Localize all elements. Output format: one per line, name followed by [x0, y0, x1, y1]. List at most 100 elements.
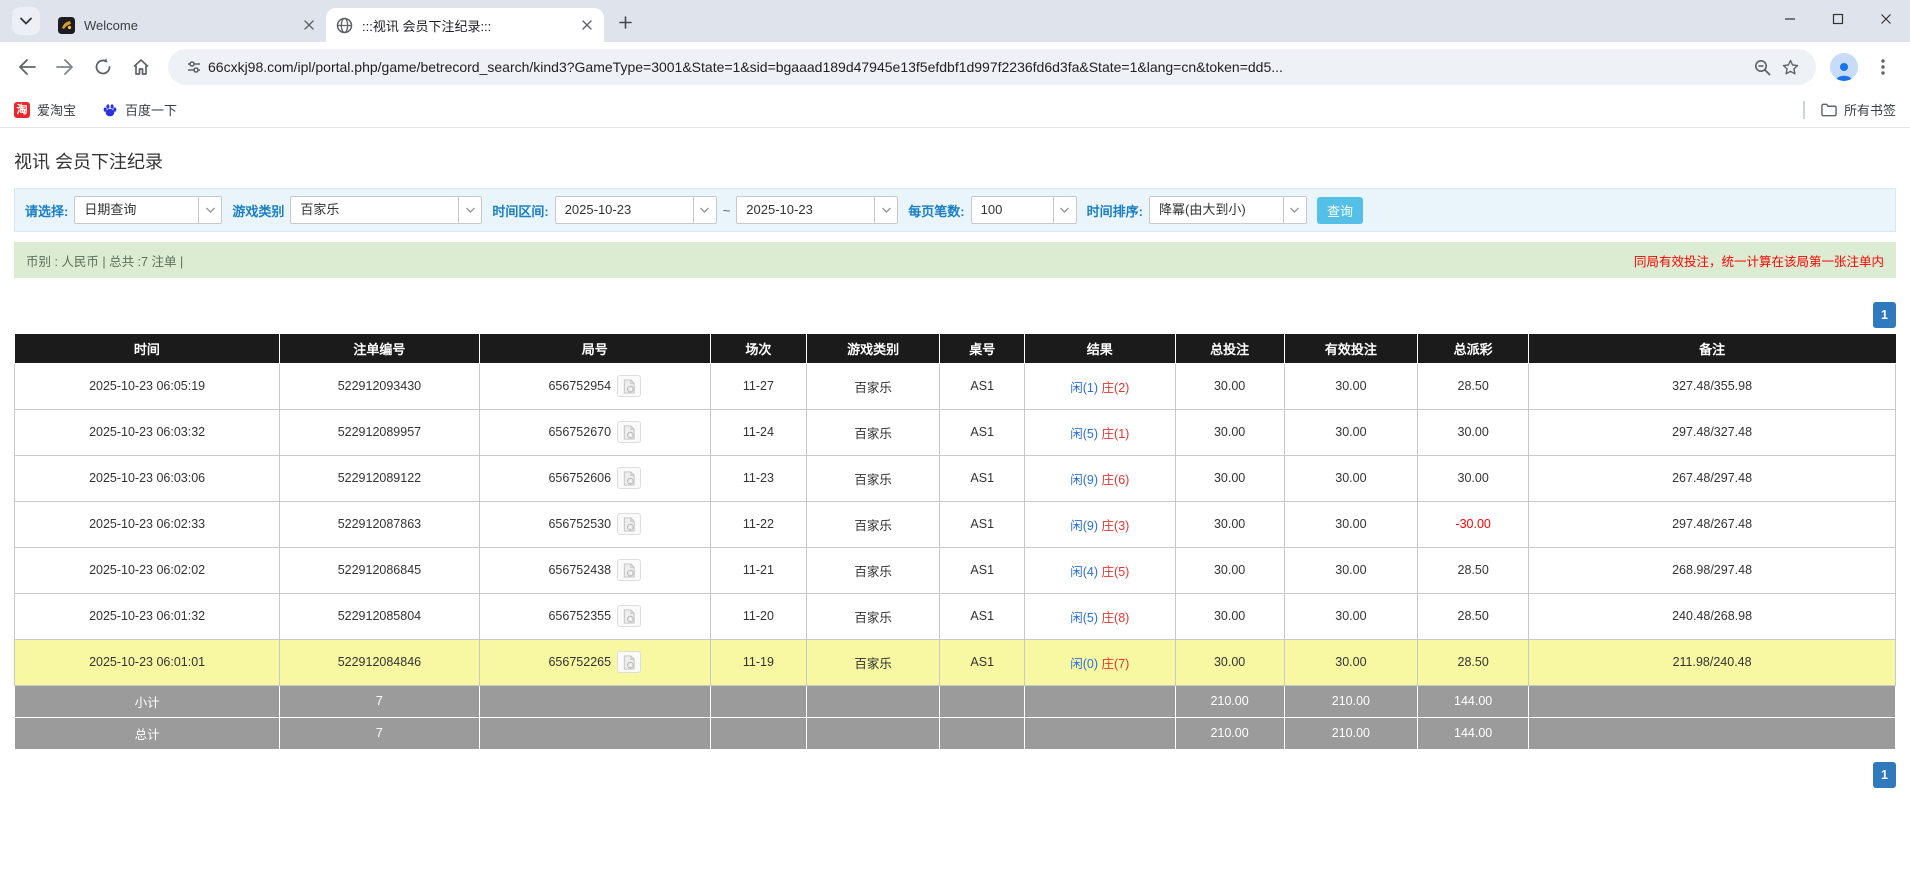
game-type-select[interactable]: 百家乐 [290, 196, 482, 224]
cell-table-no: AS1 [940, 639, 1025, 685]
info-bar: 币别 : 人民币 | 总共 :7 注单 | 同局有效投注，统一计算在该局第一张注… [14, 242, 1896, 278]
close-window-button[interactable] [1862, 0, 1910, 38]
cell-total-bet[interactable]: 30.00 [1175, 501, 1284, 547]
cell-bet-no: 522912086845 [280, 547, 479, 593]
payout-value: 28.50 [1458, 655, 1489, 669]
cell-total-bet[interactable]: 30.00 [1175, 455, 1284, 501]
reload-button[interactable] [86, 50, 120, 84]
cell-total-bet[interactable]: 30.00 [1175, 547, 1284, 593]
cell-total-bet[interactable]: 30.00 [1175, 363, 1284, 409]
tab-title: Welcome [84, 18, 300, 33]
cell-payout: 30.00 [1418, 455, 1529, 501]
sort-label: 时间排序: [1087, 201, 1143, 220]
bookmark-star-button[interactable] [1776, 53, 1804, 81]
cell-result: 闲(5) 庄(1) [1025, 409, 1175, 455]
date-from-select[interactable]: 2025-10-23 [555, 196, 717, 224]
cell-bet-no: 522912085804 [280, 593, 479, 639]
cell-game-type: 百家乐 [806, 547, 940, 593]
browser-menu-button[interactable] [1866, 50, 1900, 84]
url-text[interactable]: 66cxkj98.com/ipl/portal.php/game/betreco… [208, 59, 1748, 75]
round-no-text: 656752954 [548, 379, 611, 393]
payout-value: -30.00 [1455, 517, 1490, 531]
cell-session: 11-19 [710, 639, 806, 685]
forward-button[interactable] [48, 50, 82, 84]
all-bookmarks-button[interactable]: 所有书签 [1821, 100, 1896, 119]
date-to-value: 2025-10-23 [737, 197, 874, 223]
tab-betrecord[interactable]: :::视讯 会员下注纪录::: [326, 8, 604, 42]
zoom-out-button[interactable] [1748, 53, 1776, 81]
filter-bar: 请选择: 日期查询 游戏类别 百家乐 时间区间: 2025-10-23 ~ 20… [14, 188, 1896, 232]
page-size-select[interactable]: 100 [971, 196, 1077, 224]
cell-note: 268.98/297.48 [1529, 547, 1896, 593]
tune-icon [186, 59, 202, 75]
cell-total-bet[interactable]: 30.00 [1175, 593, 1284, 639]
minimize-button[interactable] [1766, 0, 1814, 38]
page-size-label: 每页笔数: [908, 201, 964, 220]
tab-search-button[interactable] [12, 7, 40, 35]
page-title: 视讯 会员下注纪录 [14, 128, 1896, 188]
search-button[interactable]: 查询 [1317, 197, 1363, 224]
tab-welcome[interactable]: Welcome [48, 8, 326, 42]
summary-total-bet: 210.00 [1175, 717, 1284, 749]
query-type-select[interactable]: 日期查询 [74, 196, 222, 224]
page-1-button[interactable]: 1 [1873, 762, 1896, 788]
back-button[interactable] [10, 50, 44, 84]
summary-payout: 144.00 [1418, 717, 1529, 749]
window-controls [1766, 0, 1910, 38]
col-game-type: 游戏类别 [806, 334, 940, 363]
bet-record-table: 时间 注单编号 局号 场次 游戏类别 桌号 结果 总投注 有效投注 总派彩 备注… [14, 334, 1896, 750]
chevron-down-icon [198, 197, 221, 223]
video-replay-button[interactable] [617, 421, 641, 443]
site-info-button[interactable] [180, 53, 208, 81]
video-replay-button[interactable] [617, 375, 641, 397]
player-result: 闲(5) [1070, 611, 1098, 625]
col-table-no: 桌号 [940, 334, 1025, 363]
baidu-paw-icon [102, 102, 118, 118]
folder-icon [1821, 102, 1837, 118]
tab-close-icon[interactable] [300, 16, 318, 34]
bookmarks-bar: 淘 爱淘宝 百度一下 所有书签 [0, 92, 1910, 128]
cell-total-bet[interactable]: 30.00 [1175, 409, 1284, 455]
video-replay-button[interactable] [617, 513, 641, 535]
welcome-favicon-icon [58, 17, 75, 34]
browser-toolbar: 66cxkj98.com/ipl/portal.php/game/betreco… [0, 42, 1910, 92]
home-button[interactable] [124, 50, 158, 84]
tab-close-icon[interactable] [578, 16, 596, 34]
round-no-text: 656752670 [548, 425, 611, 439]
video-replay-button[interactable] [617, 467, 641, 489]
bookmark-baidu[interactable]: 百度一下 [102, 100, 177, 119]
address-bar[interactable]: 66cxkj98.com/ipl/portal.php/game/betreco… [168, 49, 1816, 85]
maximize-button[interactable] [1814, 0, 1862, 38]
star-icon [1782, 59, 1799, 76]
video-replay-button[interactable] [617, 651, 641, 673]
video-replay-button[interactable] [617, 605, 641, 627]
cell-session: 11-20 [710, 593, 806, 639]
cell-session: 11-21 [710, 547, 806, 593]
broken-image-icon [622, 425, 636, 440]
payout-value: 28.50 [1458, 563, 1489, 577]
new-tab-button[interactable] [612, 9, 638, 35]
cell-table-no: AS1 [940, 501, 1025, 547]
sort-select[interactable]: 降冪(由大到小) [1149, 196, 1307, 224]
bookmark-aitaobao[interactable]: 淘 爱淘宝 [14, 100, 76, 119]
zoom-out-icon [1754, 59, 1771, 76]
cell-bet-no: 522912093430 [280, 363, 479, 409]
chevron-down-icon [693, 197, 716, 223]
broken-image-icon [622, 379, 636, 394]
table-row: 2025-10-23 06:02:33 522912087863 6567525… [15, 501, 1896, 547]
cell-time: 2025-10-23 06:05:19 [15, 363, 280, 409]
profile-avatar[interactable] [1830, 53, 1858, 81]
banker-result: 庄(2) [1102, 381, 1130, 395]
cell-payout: 30.00 [1418, 409, 1529, 455]
summary-total-bet: 210.00 [1175, 685, 1284, 717]
table-header-row: 时间 注单编号 局号 场次 游戏类别 桌号 结果 总投注 有效投注 总派彩 备注 [15, 334, 1896, 363]
round-no-text: 656752265 [548, 655, 611, 669]
date-to-select[interactable]: 2025-10-23 [736, 196, 898, 224]
page-1-button[interactable]: 1 [1873, 302, 1896, 328]
globe-icon [336, 17, 353, 34]
video-replay-button[interactable] [617, 559, 641, 581]
cell-game-type: 百家乐 [806, 409, 940, 455]
col-bet-no: 注单编号 [280, 334, 479, 363]
cell-table-no: AS1 [940, 455, 1025, 501]
cell-total-bet[interactable]: 30.00 [1175, 639, 1284, 685]
